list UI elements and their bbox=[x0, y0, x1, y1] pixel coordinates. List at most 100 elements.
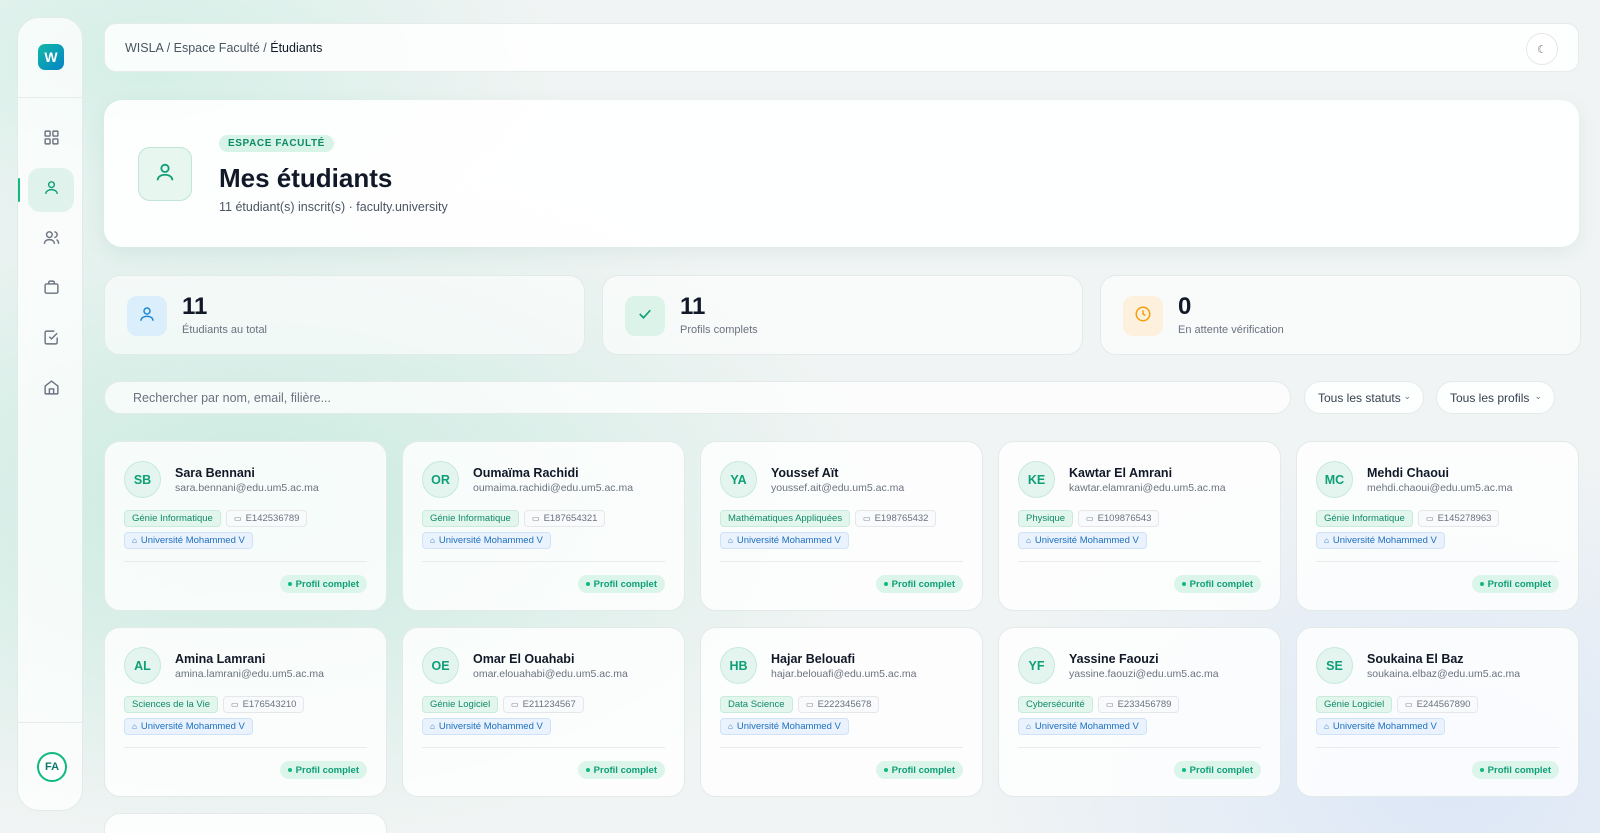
stat-card: 0 En attente vérification bbox=[1100, 275, 1581, 355]
filiere-tag: Sciences de la Vie bbox=[124, 696, 218, 713]
status-filter-select[interactable]: Tous les statuts ⌄ bbox=[1304, 381, 1424, 414]
chevron-down-icon: ⌄ bbox=[1534, 391, 1542, 401]
breadcrumb-section[interactable]: Espace Faculté bbox=[174, 41, 260, 55]
filiere-tag: Génie Informatique bbox=[124, 510, 221, 527]
student-card[interactable]: AL Amina Lamrani amina.lamrani@edu.um5.ac.… bbox=[104, 627, 387, 797]
status-label: Profil complet bbox=[1189, 764, 1253, 776]
student-email: omar.elouahabi@edu.um5.ac.ma bbox=[473, 668, 628, 680]
university-tag: ⌂ Université Mohammed V bbox=[720, 532, 849, 549]
university-tag: ⌂ Université Mohammed V bbox=[720, 718, 849, 735]
graduation-cap-icon: ⌂ bbox=[1026, 536, 1031, 545]
status-badge: Profil complet bbox=[1173, 575, 1261, 593]
graduation-cap-icon: ⌂ bbox=[1324, 722, 1329, 731]
status-badge: Profil complet bbox=[1173, 761, 1261, 779]
student-name: Yassine Faouzi bbox=[1069, 652, 1159, 666]
filiere-label: Sciences de la Vie bbox=[132, 699, 210, 710]
student-card[interactable]: YA Youssef Aït youssef.ait@edu.um5.ac.ma Ma… bbox=[700, 441, 983, 611]
student-name: Youssef Aït bbox=[771, 466, 839, 480]
search-input[interactable] bbox=[104, 381, 1291, 414]
app-logo[interactable]: W bbox=[38, 44, 64, 70]
stat-icon-box bbox=[625, 296, 665, 336]
breadcrumb-root[interactable]: WISLA bbox=[125, 41, 163, 55]
breadcrumb-current: Étudiants bbox=[270, 41, 323, 55]
profile-filter-select[interactable]: Tous les profils ⌄ bbox=[1436, 381, 1555, 414]
status-badge: Profil complet bbox=[875, 761, 963, 779]
stat-label: En attente vérification bbox=[1178, 324, 1284, 336]
matricule-tag: ▭ E211234567 bbox=[503, 696, 584, 713]
breadcrumb-separator: / bbox=[163, 41, 174, 55]
grid-icon bbox=[43, 129, 60, 151]
stat-icon-box bbox=[1123, 296, 1163, 336]
student-name: Hajar Belouafi bbox=[771, 652, 856, 666]
filiere-label: Génie Informatique bbox=[132, 513, 213, 524]
matricule-label: E176543210 bbox=[242, 699, 297, 710]
student-card[interactable]: SE Soukaina El Baz soukaina.elbaz@edu.um5.… bbox=[1296, 627, 1579, 797]
university-label: Université Mohammed V bbox=[438, 535, 543, 546]
page-icon bbox=[138, 147, 192, 201]
student-avatar: KE bbox=[1018, 461, 1055, 498]
card-divider bbox=[720, 561, 963, 562]
student-card[interactable]: HB Hajar Belouafi hajar.belouafi@edu.um5.a… bbox=[700, 627, 983, 797]
clock-icon bbox=[1134, 305, 1152, 328]
sidebar-item-tasks[interactable] bbox=[28, 318, 74, 362]
filiere-label: Mathématiques Appliquées bbox=[728, 513, 843, 524]
section-badge: ESPACE FACULTÉ bbox=[219, 135, 334, 152]
id-card-icon: ▭ bbox=[863, 514, 871, 523]
page-title: Mes étudiants bbox=[219, 163, 393, 193]
sidebar-item-users[interactable] bbox=[28, 218, 74, 262]
student-email: yassine.faouzi@edu.um5.ac.ma bbox=[1069, 668, 1219, 680]
student-card[interactable]: OR Oumaïma Rachidi oumaima.rachidi@edu.um5… bbox=[402, 441, 685, 611]
id-card-icon: ▭ bbox=[1086, 514, 1094, 523]
user-avatar[interactable]: FA bbox=[37, 752, 67, 782]
stat-value: 11 bbox=[680, 293, 706, 320]
graduation-cap-icon: ⌂ bbox=[132, 536, 137, 545]
status-label: Profil complet bbox=[1189, 578, 1253, 590]
matricule-tag: ▭ E244567890 bbox=[1397, 696, 1479, 713]
student-email: kawtar.elamrani@edu.um5.ac.ma bbox=[1069, 482, 1226, 494]
stat-icon-box bbox=[127, 296, 167, 336]
student-card[interactable]: SB Sara Bennani sara.bennani@edu.um5.ac.ma… bbox=[104, 441, 387, 611]
university-label: Université Mohammed V bbox=[140, 535, 245, 546]
university-label: Université Mohammed V bbox=[140, 721, 245, 732]
moon-icon: ☾ bbox=[1537, 43, 1547, 56]
status-label: Profil complet bbox=[295, 578, 359, 590]
student-email: soukaina.elbaz@edu.um5.ac.ma bbox=[1367, 668, 1521, 680]
student-card[interactable]: YF Yassine Faouzi yassine.faouzi@edu.um5.a… bbox=[998, 627, 1281, 797]
filiere-tag: Cybersécurité bbox=[1018, 696, 1093, 713]
stat-label: Étudiants au total bbox=[182, 324, 268, 336]
status-badge: Profil complet bbox=[577, 575, 665, 593]
status-badge: Profil complet bbox=[577, 761, 665, 779]
status-badge: Profil complet bbox=[1471, 575, 1559, 593]
graduation-cap-icon: ⌂ bbox=[132, 722, 137, 731]
sidebar-item-students[interactable] bbox=[18, 168, 74, 212]
university-label: Université Mohammed V bbox=[1332, 721, 1437, 732]
matricule-tag: ▭ E176543210 bbox=[223, 696, 305, 713]
matricule-tag: ▭ E233456789 bbox=[1098, 696, 1180, 713]
student-email: sara.bennani@edu.um5.ac.ma bbox=[175, 482, 319, 494]
university-label: Université Mohammed V bbox=[1034, 535, 1139, 546]
matricule-label: E222345678 bbox=[817, 699, 872, 710]
student-card[interactable]: KE Kawtar El Amrani kawtar.elamrani@edu.um… bbox=[998, 441, 1281, 611]
student-name: Soukaina El Baz bbox=[1367, 652, 1464, 666]
graduation-cap-icon: ⌂ bbox=[1026, 722, 1031, 731]
student-avatar: SB bbox=[124, 461, 161, 498]
student-name: Mehdi Chaoui bbox=[1367, 466, 1449, 480]
filiere-tag: Génie Logiciel bbox=[422, 696, 499, 713]
student-email: youssef.ait@edu.um5.ac.ma bbox=[771, 482, 905, 494]
matricule-label: E233456789 bbox=[1117, 699, 1172, 710]
student-card[interactable]: MC Mehdi Chaoui mehdi.chaoui@edu.um5.ac.ma… bbox=[1296, 441, 1579, 611]
student-card[interactable]: OE Omar El Ouahabi omar.elouahabi@edu.um5.… bbox=[402, 627, 685, 797]
id-card-icon: ▭ bbox=[234, 514, 242, 523]
sidebar-item-offers[interactable] bbox=[28, 268, 74, 312]
check-square-icon bbox=[43, 329, 60, 351]
student-avatar: YA bbox=[720, 461, 757, 498]
sidebar-item-dashboard[interactable] bbox=[28, 118, 74, 162]
sidebar-item-institution[interactable] bbox=[28, 368, 74, 412]
sidebar-divider bbox=[18, 722, 82, 723]
card-divider bbox=[422, 561, 665, 562]
graduation-cap-icon: ⌂ bbox=[430, 722, 435, 731]
user-icon bbox=[138, 305, 156, 328]
student-card[interactable] bbox=[104, 813, 387, 833]
student-name: Amina Lamrani bbox=[175, 652, 266, 666]
theme-toggle-button[interactable]: ☾ bbox=[1526, 33, 1558, 65]
